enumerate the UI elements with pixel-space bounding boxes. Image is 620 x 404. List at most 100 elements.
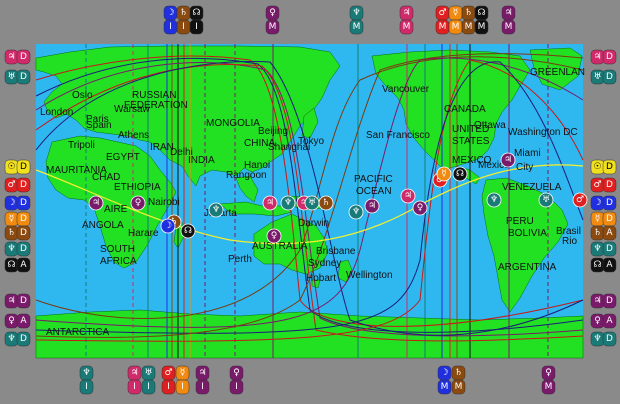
- region-label: ANGOLA: [82, 220, 124, 231]
- badge-sub: I: [169, 22, 172, 32]
- badge-sub: D: [20, 228, 27, 238]
- map-marker-icon[interactable]: ♆: [486, 192, 502, 208]
- badge-glyph: ☽: [593, 198, 601, 208]
- planet-line-badge-icon[interactable]: ♄ D: [4, 225, 31, 241]
- astrocartography-map: LondonOsloParisWarsawSpainAthensTripoliE…: [0, 0, 620, 404]
- city-label: Miami: [514, 148, 541, 159]
- planet-line-badge-icon[interactable]: ☿ D: [590, 211, 617, 227]
- planet-line-badge-icon[interactable]: ♆ D: [4, 331, 31, 347]
- map-marker-icon[interactable]: ☊: [452, 166, 468, 182]
- badge-glyph: ♃: [593, 296, 601, 306]
- city-label: EGYPT: [106, 152, 140, 163]
- planet-line-badge-icon[interactable]: ♄ A: [590, 225, 617, 241]
- badge-glyph: ☊: [8, 260, 16, 270]
- badge-glyph: ♄: [593, 228, 601, 238]
- map-marker-glyph: ♅: [308, 198, 316, 208]
- region-label: FEDERATION: [124, 100, 188, 111]
- badge-sub: M: [452, 22, 460, 32]
- map-marker-icon[interactable]: ♃: [88, 195, 104, 211]
- region-label: MEXICO: [452, 155, 492, 166]
- map-marker-icon[interactable]: ☿: [436, 166, 452, 182]
- region-label: PACIFIC: [354, 174, 393, 185]
- map-marker-icon[interactable]: ♃: [262, 195, 278, 211]
- map-marker-icon[interactable]: ♆: [348, 204, 364, 220]
- badge-sub: I: [201, 382, 204, 392]
- map-marker-icon[interactable]: ♄: [318, 195, 334, 211]
- badge-sub: I: [181, 382, 184, 392]
- planet-line-badge-icon[interactable]: ♆ D: [590, 241, 617, 257]
- badge-glyph: ♃: [198, 368, 206, 378]
- badge-sub: D: [606, 214, 613, 224]
- map-marker-icon[interactable]: ♃: [500, 152, 516, 168]
- badge-glyph: ♄: [454, 368, 462, 378]
- city-label: Brisbane: [316, 246, 356, 257]
- badge-sub: D: [20, 72, 27, 82]
- planet-line-badge-icon[interactable]: ☊ A: [4, 257, 31, 273]
- planet-line-badge-icon[interactable]: ♃ D: [4, 293, 31, 309]
- badge-glyph: ☿: [595, 214, 601, 224]
- badge-glyph: ♆: [7, 334, 15, 344]
- planet-line-badge-icon[interactable]: ♆ D: [590, 331, 617, 347]
- region-label: Brasil: [556, 226, 581, 237]
- badge-sub: D: [20, 244, 27, 254]
- badge-sub: D: [606, 52, 613, 62]
- badge-sub: D: [20, 198, 27, 208]
- planet-line-badge-icon[interactable]: ♀ A: [4, 313, 31, 329]
- map-marker-glyph: ♀: [271, 231, 278, 241]
- planet-line-badge-icon[interactable]: ♆ D: [4, 241, 31, 257]
- badge-glyph: ♆: [593, 244, 601, 254]
- map-marker-icon[interactable]: ♀: [266, 228, 282, 244]
- planet-line-badge-icon[interactable]: ♅ D: [590, 69, 617, 85]
- city-label: INDIA: [188, 155, 215, 166]
- planet-line-badge-icon[interactable]: ♅ D: [4, 69, 31, 85]
- map-marker-icon[interactable]: ♀: [412, 200, 428, 216]
- planet-line-badge-icon[interactable]: ☊ A: [590, 257, 617, 273]
- planet-line-badge-icon[interactable]: ♂ D: [4, 177, 31, 193]
- city-label: Vancouver: [382, 84, 430, 95]
- planet-line-badge-icon[interactable]: ♃ D: [4, 49, 31, 65]
- city-label: Perth: [228, 254, 252, 265]
- badge-glyph: ☊: [594, 260, 602, 270]
- badge-sub: M: [545, 382, 553, 392]
- city-label: Rangoon: [226, 170, 267, 181]
- badge-glyph: ♃: [7, 296, 15, 306]
- city-label: ETHIOPIA: [114, 182, 161, 193]
- badge-sub: A: [20, 316, 27, 326]
- map-marker-icon[interactable]: ♃: [400, 188, 416, 204]
- map-marker-glyph: ♆: [284, 198, 292, 208]
- map-marker-icon[interactable]: ♀: [130, 195, 146, 211]
- map-marker-icon[interactable]: ☊: [180, 223, 196, 239]
- map-marker-icon[interactable]: ♆: [208, 202, 224, 218]
- map-marker-icon[interactable]: ♂: [572, 192, 588, 208]
- badge-glyph: ♃: [593, 52, 601, 62]
- map-marker-icon[interactable]: ♃: [364, 198, 380, 214]
- planet-line-badge-icon[interactable]: ♀ A: [590, 313, 617, 329]
- city-label: Nairobi: [148, 197, 180, 208]
- map-marker-icon[interactable]: ♅: [538, 192, 554, 208]
- map-marker-icon[interactable]: ♅: [304, 195, 320, 211]
- planet-line-badge-icon[interactable]: ☽ D: [590, 195, 617, 211]
- badge-glyph: ♅: [593, 72, 601, 82]
- city-label: Oslo: [72, 90, 93, 101]
- planet-line-badge-icon[interactable]: ☉ D: [4, 159, 31, 175]
- badge-sub: M: [441, 382, 449, 392]
- city-label: London: [40, 107, 73, 118]
- city-label: Beijing: [258, 126, 288, 137]
- planet-line-badge-icon[interactable]: ☉ D: [590, 159, 617, 175]
- planet-line-badge-icon[interactable]: ☿ D: [4, 211, 31, 227]
- map-marker-icon[interactable]: ☽: [160, 218, 176, 234]
- planet-line-badge-icon[interactable]: ♃ D: [590, 49, 617, 65]
- map-marker-glyph: ♄: [322, 198, 330, 208]
- badge-glyph: ♆: [593, 334, 601, 344]
- badge-sub: I: [195, 22, 198, 32]
- city-label: Tripoli: [68, 140, 95, 151]
- planet-line-badge-icon[interactable]: ♂ D: [590, 177, 617, 193]
- map-marker-glyph: ♆: [490, 195, 498, 205]
- map-marker-icon[interactable]: ♆: [280, 195, 296, 211]
- map-marker-glyph: ♀: [135, 198, 142, 208]
- planet-line-badge-icon[interactable]: ☽ D: [4, 195, 31, 211]
- badge-sub: M: [353, 22, 361, 32]
- badge-glyph: ☊: [478, 8, 486, 18]
- badge-sub: D: [20, 52, 27, 62]
- planet-line-badge-icon[interactable]: ♃ D: [590, 293, 617, 309]
